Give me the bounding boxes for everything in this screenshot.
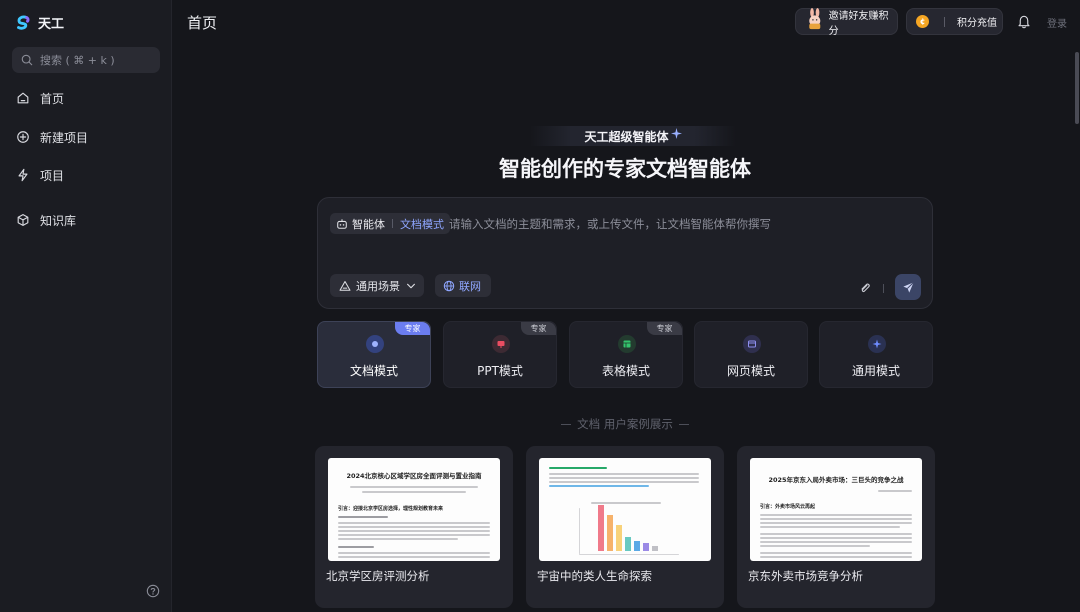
cases-heading-label: 文档 用户案例展示 xyxy=(577,417,673,431)
rabbit-mascot-icon xyxy=(809,7,821,29)
sidebar-item-knowledge-base[interactable]: 知识库 xyxy=(16,210,76,230)
agent-label: 智能体 xyxy=(352,217,385,231)
coin-icon: ¢ xyxy=(916,15,929,28)
heading-dash xyxy=(678,423,689,425)
lightning-icon xyxy=(18,168,28,182)
sidebar-item-label: 首页 xyxy=(40,91,65,106)
case-title: 北京学区房评测分析 xyxy=(326,569,430,583)
bell-icon[interactable] xyxy=(1017,14,1031,29)
mode-label: 网页模式 xyxy=(726,364,775,378)
send-icon xyxy=(902,281,914,293)
cases-heading: 文档 用户案例展示 xyxy=(317,416,933,432)
login-link[interactable]: 登录 xyxy=(1047,15,1067,30)
points-label: 积分充值 xyxy=(957,18,997,29)
hero-title: 智能创作的专家文档智能体 xyxy=(499,157,751,181)
send-button[interactable] xyxy=(895,274,921,300)
app-logo[interactable]: 天工 xyxy=(14,13,64,32)
sparkle-icon xyxy=(670,127,682,139)
web-label: 联网 xyxy=(459,279,481,293)
case-preview-document: 2024北京核心区域学区房全面评测与置业指南 引言：迎接北京学区房选择，理性规划… xyxy=(328,458,500,561)
page-title: 首页 xyxy=(187,14,218,32)
doc-subheading: 引言：迎接北京学区房选择，理性规划教育未来 xyxy=(338,506,444,512)
tag-divider xyxy=(392,219,393,228)
scene-select[interactable]: 通用场景 xyxy=(330,274,424,297)
invite-friends-button[interactable]: 邀请好友赚积分 xyxy=(795,7,898,37)
cube-icon xyxy=(17,214,29,226)
prompt-input[interactable]: 请输入文档的主题和需求，或上传文件，让文档智能体帮你撰写 xyxy=(449,216,771,232)
expert-badge: 专家 xyxy=(395,322,430,335)
document-mode-icon xyxy=(366,335,384,353)
mode-card-sheet[interactable]: 专家 表格模式 xyxy=(569,321,683,388)
sidebar-item-home[interactable]: 首页 xyxy=(16,88,64,108)
app-name: 天工 xyxy=(38,17,65,32)
sidebar-item-label: 知识库 xyxy=(40,213,77,228)
composer-divider xyxy=(883,284,884,293)
case-preview-chart xyxy=(539,458,711,561)
search-input[interactable]: 搜索 ( ⌘ + k ) xyxy=(12,47,160,73)
mode-label: 文档模式 xyxy=(349,364,398,378)
robot-icon xyxy=(337,218,347,229)
prompt-composer: 智能体 文档模式 请输入文档的主题和需求，或上传文件，让文档智能体帮你撰写 通用… xyxy=(317,197,933,309)
mode-label: 通用模式 xyxy=(851,364,900,378)
points-recharge-button[interactable]: ¢ 积分充值 xyxy=(906,8,1003,35)
tiangong-logo-icon xyxy=(17,15,30,30)
sheet-mode-icon xyxy=(618,335,636,353)
heading-dash xyxy=(561,423,572,425)
ppt-mode-icon xyxy=(492,335,510,353)
sidebar: 天工 搜索 ( ⌘ + k ) 首页 新建项目 项目 知识库 xyxy=(0,0,172,612)
globe-icon xyxy=(443,280,455,291)
expert-badge: 专家 xyxy=(521,322,556,335)
chevron-down-icon xyxy=(407,283,415,288)
case-title: 京东外卖市场竞争分析 xyxy=(748,569,863,583)
mode-label: PPT模式 xyxy=(477,364,523,378)
scene-label: 通用场景 xyxy=(356,279,400,293)
general-mode-icon xyxy=(868,335,886,353)
attachment-icon[interactable] xyxy=(859,282,872,295)
plus-circle-icon xyxy=(17,131,29,143)
doc-heading: 2025年京东入局外卖市场：三巨头的竞争之战 xyxy=(768,476,904,484)
web-mode-icon xyxy=(743,335,761,353)
mode-card-general[interactable]: 通用模式 xyxy=(819,321,933,388)
mode-card-web[interactable]: 网页模式 xyxy=(694,321,808,388)
case-card-universe-life[interactable]: 宇宙中的类人生命探索 xyxy=(526,446,724,608)
hero-badge-label: 天工超级智能体 xyxy=(584,129,669,144)
search-icon xyxy=(21,54,33,66)
search-placeholder: 搜索 ( ⌘ + k ) xyxy=(40,54,115,67)
sidebar-item-new-project[interactable]: 新建项目 xyxy=(16,127,88,147)
scrollbar[interactable] xyxy=(1075,52,1079,124)
sidebar-item-label: 新建项目 xyxy=(40,130,89,145)
case-title: 宇宙中的类人生命探索 xyxy=(537,569,652,583)
points-divider xyxy=(944,16,945,27)
doc-subheading: 引言：外卖市场风云再起 xyxy=(760,504,816,510)
help-icon[interactable] xyxy=(146,584,160,598)
case-preview-document: 2025年京东入局外卖市场：三巨头的竞争之战 引言：外卖市场风云再起 xyxy=(750,458,922,561)
case-card-jd-delivery[interactable]: 2025年京东入局外卖市场：三巨头的竞争之战 引言：外卖市场风云再起 京东外卖市… xyxy=(737,446,935,608)
current-mode-label: 文档模式 xyxy=(400,217,444,231)
home-icon xyxy=(17,92,29,104)
case-card-beijing-school[interactable]: 2024北京核心区域学区房全面评测与置业指南 引言：迎接北京学区房选择，理性规划… xyxy=(315,446,513,608)
agent-mode-tag[interactable]: 智能体 文档模式 xyxy=(330,213,450,234)
doc-heading: 2024北京核心区域学区房全面评测与置业指南 xyxy=(346,472,482,480)
invite-label: 邀请好友赚积分 xyxy=(828,10,889,37)
mode-card-ppt[interactable]: 专家 PPT模式 xyxy=(443,321,557,388)
web-search-toggle[interactable]: 联网 xyxy=(435,274,491,297)
sidebar-item-label: 项目 xyxy=(40,168,65,183)
mode-label: 表格模式 xyxy=(601,364,650,378)
triangle-warning-icon xyxy=(339,280,351,291)
sidebar-item-projects[interactable]: 项目 xyxy=(16,165,64,185)
expert-badge: 专家 xyxy=(647,322,682,335)
hero-badge: 天工超级智能体 xyxy=(530,126,736,146)
mode-card-document[interactable]: 专家 文档模式 xyxy=(317,321,431,388)
